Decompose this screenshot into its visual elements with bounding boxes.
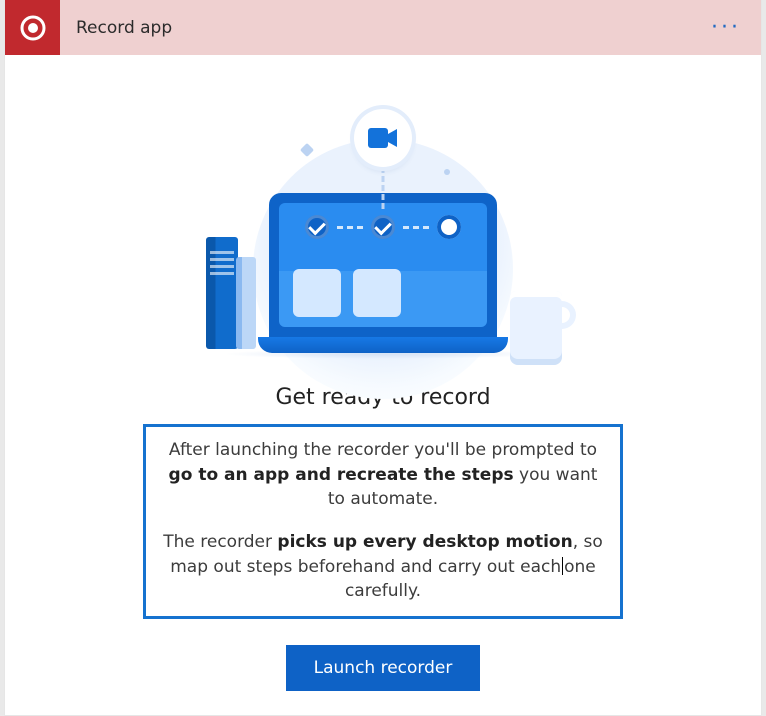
bold-text: go to an app and recreate the steps	[169, 465, 514, 485]
record-app-card: Record app ···	[4, 0, 762, 716]
mug-icon	[510, 291, 562, 347]
book-icon	[206, 237, 238, 349]
book-icon	[236, 257, 256, 349]
dash-icon	[337, 226, 363, 229]
progress-row	[279, 215, 487, 239]
card-body: Get ready to record After launching the …	[5, 55, 761, 715]
laptop-base	[258, 337, 508, 353]
dash-icon	[403, 226, 429, 229]
record-icon	[19, 14, 47, 42]
sparkle-icon	[300, 143, 314, 157]
pending-icon	[437, 215, 461, 239]
check-icon	[305, 215, 329, 239]
launch-recorder-button[interactable]: Launch recorder	[286, 645, 481, 691]
instructions-paragraph-1: After launching the recorder you'll be p…	[158, 438, 608, 512]
bold-text: picks up every desktop motion	[277, 532, 572, 552]
tile-icon	[293, 269, 341, 317]
record-badge	[5, 0, 60, 55]
text: The recorder	[163, 532, 277, 552]
text: After launching the recorder you'll be p…	[169, 440, 597, 460]
instructions-paragraph-2: The recorder picks up every desktop moti…	[158, 530, 608, 604]
more-options-button[interactable]: ···	[711, 17, 741, 39]
tile-icon	[353, 269, 401, 317]
camera-disk	[354, 109, 412, 167]
card-title: Record app	[60, 18, 711, 38]
check-icon	[371, 215, 395, 239]
card-header: Record app ···	[5, 0, 761, 55]
connector-dash	[382, 167, 385, 209]
text-cursor-icon	[562, 557, 563, 575]
recorder-illustration	[198, 105, 568, 365]
sparkle-icon	[444, 169, 450, 175]
instructions-highlight: After launching the recorder you'll be p…	[143, 424, 623, 619]
laptop-icon	[269, 193, 497, 353]
camera-icon	[368, 127, 398, 149]
screen-tiles	[293, 269, 473, 327]
